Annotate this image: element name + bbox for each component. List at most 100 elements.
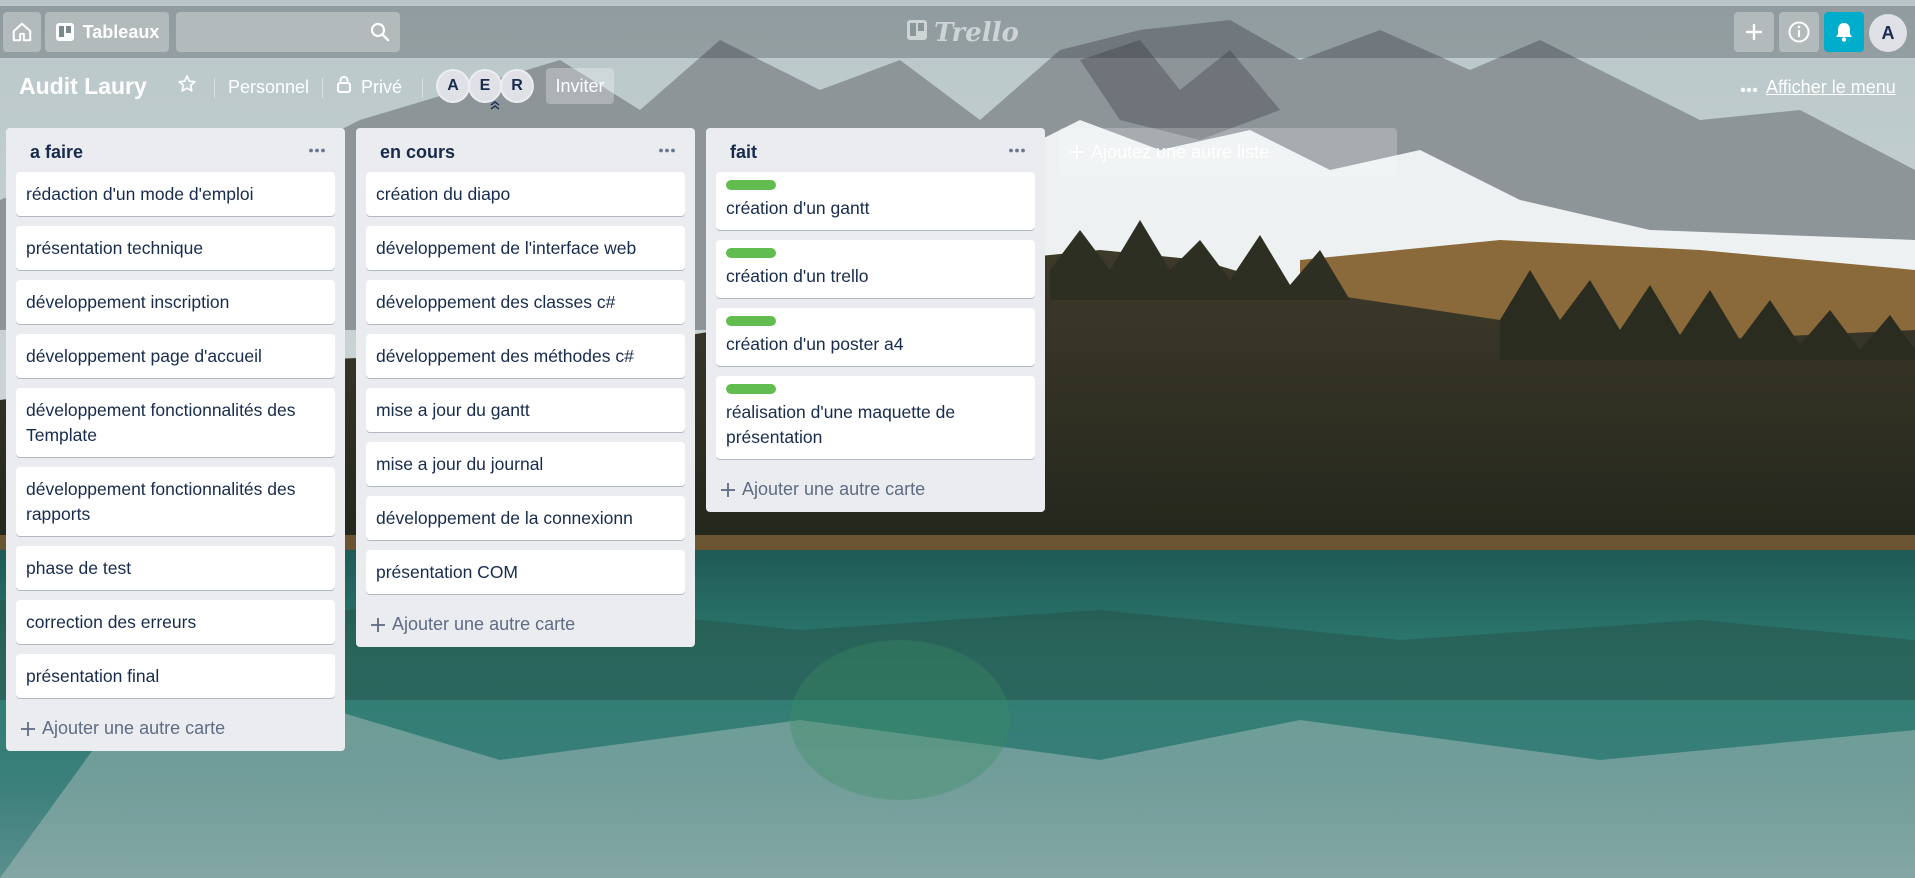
home-icon xyxy=(11,21,33,43)
card-title: développement fonctionnalités des Templa… xyxy=(26,400,296,445)
member-avatar[interactable]: R xyxy=(500,69,534,103)
card[interactable]: mise a jour du gantt xyxy=(366,388,685,432)
boards-button[interactable]: Tableaux xyxy=(45,12,169,52)
member-initial: A xyxy=(447,77,459,94)
card[interactable]: phase de test xyxy=(16,546,335,590)
search-icon[interactable] xyxy=(370,22,390,47)
card-title: correction des erreurs xyxy=(26,612,197,632)
add-card-label: Ajouter une autre carte xyxy=(392,614,576,634)
more-icon xyxy=(1740,77,1758,98)
card[interactable]: développement page d'accueil xyxy=(16,334,335,378)
card-title: développement de l'interface web xyxy=(376,238,637,258)
card-title: création du diapo xyxy=(376,184,511,204)
trello-logo-icon xyxy=(906,18,928,48)
card-title: développement des classes c# xyxy=(376,292,616,312)
board-title[interactable]: Audit Laury xyxy=(19,70,147,102)
star-board-button[interactable] xyxy=(172,70,202,102)
list-header: en cours xyxy=(366,128,685,172)
show-menu-button[interactable]: Afficher le menu xyxy=(1740,72,1896,102)
list-menu-button[interactable] xyxy=(1003,138,1031,162)
plus-icon xyxy=(21,721,35,736)
card-label-green[interactable] xyxy=(726,180,776,190)
add-card-button[interactable]: Ajouter une autre carte xyxy=(16,708,335,741)
member-avatar[interactable]: A xyxy=(436,69,470,103)
card[interactable]: développement fonctionnalités des Templa… xyxy=(16,388,335,457)
board-header: Audit Laury Personnel Privé A E R Invite… xyxy=(0,64,1915,110)
top-header: Tableaux Trello A xyxy=(0,6,1915,58)
star-icon xyxy=(177,74,197,99)
card[interactable]: mise a jour du journal xyxy=(366,442,685,486)
invite-button[interactable]: Inviter xyxy=(546,68,614,104)
add-card-label: Ajouter une autre carte xyxy=(742,479,926,499)
divider xyxy=(422,78,423,98)
list-en-cours: en cours création du diapo développement… xyxy=(356,128,695,647)
card-title: création d'un trello xyxy=(726,266,869,286)
card-title: présentation technique xyxy=(26,238,204,258)
card[interactable]: correction des erreurs xyxy=(16,600,335,644)
divider xyxy=(322,78,323,98)
list-header: fait xyxy=(716,128,1035,172)
user-avatar[interactable]: A xyxy=(1869,14,1907,52)
list-menu-button[interactable] xyxy=(653,138,681,162)
search-box xyxy=(176,12,400,52)
trello-logo[interactable]: Trello xyxy=(906,18,1019,48)
add-list-label: Ajoutez une autre liste xyxy=(1091,141,1270,162)
list-title[interactable]: fait xyxy=(730,142,757,163)
info-button[interactable] xyxy=(1779,12,1819,52)
card[interactable]: présentation final xyxy=(16,654,335,698)
card[interactable]: développement des méthodes c# xyxy=(366,334,685,378)
card[interactable]: réalisation d'une maquette de présentati… xyxy=(716,376,1035,459)
card-title: mise a jour du gantt xyxy=(376,400,530,420)
card-label-green[interactable] xyxy=(726,248,776,258)
add-list-button[interactable]: Ajoutez une autre liste xyxy=(1059,128,1397,176)
admin-chevron-icon xyxy=(490,97,500,110)
card-title: développement inscription xyxy=(26,292,230,312)
card-title: développement des méthodes c# xyxy=(376,346,634,366)
divider xyxy=(214,78,215,98)
plus-icon xyxy=(371,617,385,632)
add-card-button[interactable]: Ajouter une autre carte xyxy=(716,469,1035,502)
add-icon xyxy=(1743,21,1765,43)
team-button[interactable]: Personnel xyxy=(228,72,309,102)
more-icon xyxy=(659,148,675,152)
info-icon xyxy=(1787,20,1811,44)
card-title: rédaction d'un mode d'emploi xyxy=(26,184,254,204)
home-button[interactable] xyxy=(3,12,41,52)
plus-icon xyxy=(721,482,735,497)
card[interactable]: développement de l'interface web xyxy=(366,226,685,270)
search-input[interactable] xyxy=(176,12,400,52)
card[interactable]: création d'un gantt xyxy=(716,172,1035,230)
trello-logo-text: Trello xyxy=(934,18,1019,48)
boards-label: Tableaux xyxy=(82,21,160,42)
card[interactable]: rédaction d'un mode d'emploi xyxy=(16,172,335,216)
bell-icon xyxy=(1833,21,1855,43)
plus-icon xyxy=(1070,145,1084,159)
card-title: présentation final xyxy=(26,666,160,686)
list-menu-button[interactable] xyxy=(303,138,331,162)
list-title[interactable]: a faire xyxy=(30,142,83,163)
member-initial: R xyxy=(511,77,523,94)
notifications-button[interactable] xyxy=(1824,12,1864,52)
card-label-green[interactable] xyxy=(726,316,776,326)
card[interactable]: création du diapo xyxy=(366,172,685,216)
visibility-button[interactable]: Privé xyxy=(336,72,402,102)
card[interactable]: développement de la connexionn xyxy=(366,496,685,540)
card[interactable]: développement des classes c# xyxy=(366,280,685,324)
card-title: développement page d'accueil xyxy=(26,346,262,366)
card[interactable]: développement inscription xyxy=(16,280,335,324)
card[interactable]: développement fonctionnalités des rappor… xyxy=(16,467,335,536)
list-title[interactable]: en cours xyxy=(380,142,455,163)
member-initial: E xyxy=(479,77,491,94)
more-icon xyxy=(1009,148,1025,152)
card[interactable]: présentation technique xyxy=(16,226,335,270)
add-card-button[interactable]: Ajouter une autre carte xyxy=(366,604,685,637)
card[interactable]: création d'un poster a4 xyxy=(716,308,1035,366)
card-title: création d'un poster a4 xyxy=(726,334,904,354)
card-title: développement de la connexionn xyxy=(376,508,633,528)
card-label-green[interactable] xyxy=(726,384,776,394)
visibility-label: Privé xyxy=(361,77,403,97)
card-title: mise a jour du journal xyxy=(376,454,544,474)
card[interactable]: création d'un trello xyxy=(716,240,1035,298)
create-button[interactable] xyxy=(1734,12,1774,52)
card[interactable]: présentation COM xyxy=(366,550,685,594)
